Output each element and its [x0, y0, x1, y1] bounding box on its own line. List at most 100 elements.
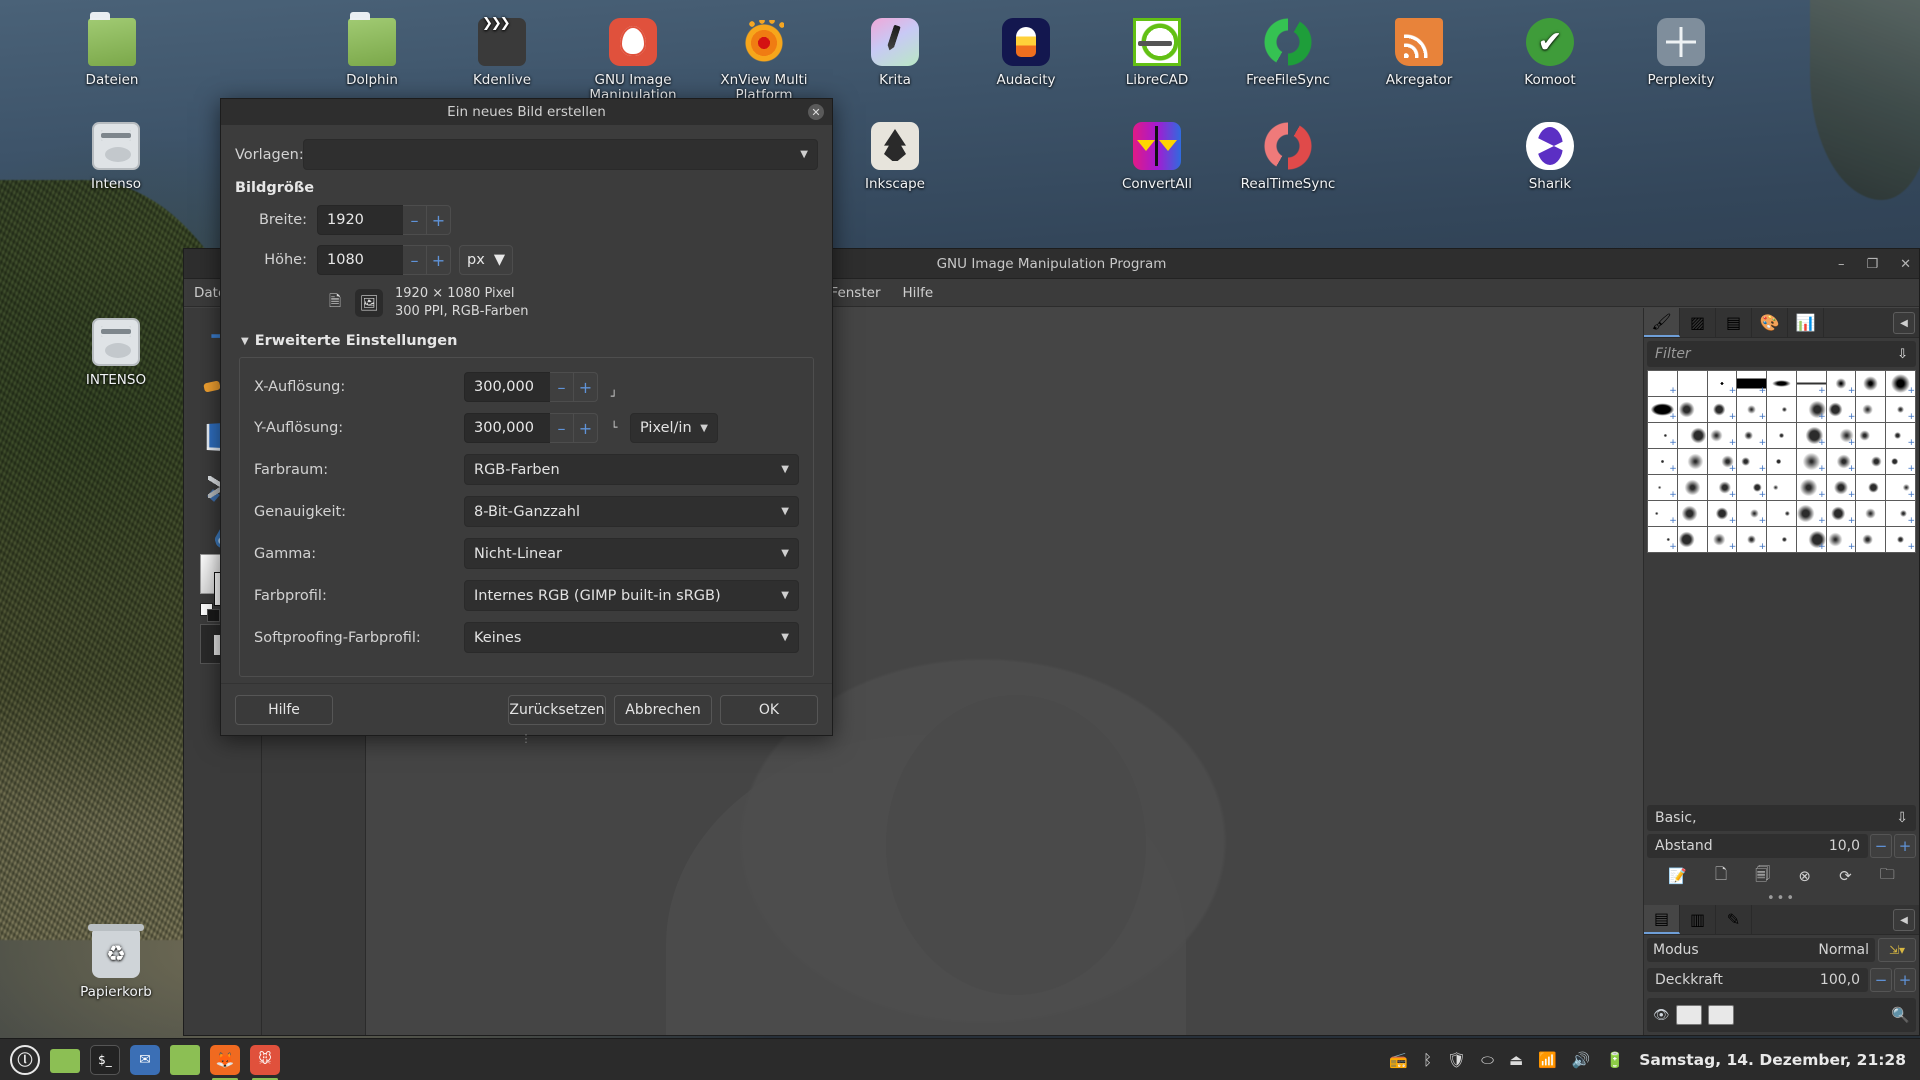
brush-swatch[interactable]: + — [1707, 449, 1737, 474]
brush-swatch[interactable] — [1767, 501, 1796, 526]
resolution-unit-combo[interactable]: Pixel/in ▼ — [630, 413, 718, 443]
radio-icon[interactable]: 📻 — [1389, 1051, 1408, 1069]
tag-dropdown-icon[interactable]: ⇩ — [1896, 810, 1908, 826]
spacing-decrement-button[interactable]: − — [1870, 834, 1892, 858]
brush-swatch[interactable]: + — [1826, 423, 1856, 448]
brush-swatch[interactable] — [1677, 397, 1707, 422]
new-brush-icon[interactable]: 🗋 — [1715, 864, 1727, 889]
desktop-icon-freefilesync[interactable]: FreeFileSync — [1236, 18, 1340, 88]
brush-swatch[interactable]: + — [1707, 501, 1737, 526]
menu-item-hilfe[interactable]: Hilfe — [903, 285, 934, 301]
advanced-decrement-x-aufl-sung[interactable]: – — [550, 372, 574, 402]
brush-swatch[interactable]: + — [1886, 527, 1915, 552]
brush-swatch[interactable]: + — [1648, 397, 1677, 422]
gimp-icon[interactable]: 🐭 — [250, 1044, 280, 1080]
height-decrement-button[interactable]: – — [403, 245, 427, 275]
brush-swatch[interactable]: + — [1648, 423, 1677, 448]
close-icon[interactable]: ✕ — [1900, 257, 1911, 272]
reset-button[interactable]: Zurücksetzen — [508, 694, 606, 725]
brush-swatch[interactable]: + — [1707, 371, 1737, 396]
dock-collapse-icon[interactable]: ◀ — [1893, 312, 1915, 334]
desktop-icon-realtimesync[interactable]: RealTimeSync — [1236, 122, 1340, 192]
desktop-icon-akregator[interactable]: Akregator — [1367, 18, 1471, 88]
portrait-orientation-icon[interactable]: 🗎 — [321, 289, 349, 317]
fonts-tab[interactable]: ▤ — [1716, 308, 1752, 337]
brush-swatch[interactable]: + — [1648, 501, 1677, 526]
brush-swatch[interactable]: + — [1796, 371, 1826, 396]
brush-swatch[interactable]: + — [1707, 527, 1737, 552]
desktop-icon-sharik[interactable]: Sharik — [1498, 122, 1602, 192]
brush-swatch[interactable]: + — [1826, 449, 1856, 474]
dock-drag-handle[interactable]: ••• — [1644, 891, 1919, 906]
desktop-icon-inkscape[interactable]: Inkscape — [843, 122, 947, 192]
brush-swatch[interactable]: + — [1796, 527, 1826, 552]
brush-swatch[interactable]: + — [1886, 371, 1915, 396]
brush-swatch[interactable] — [1677, 527, 1707, 552]
brush-swatch[interactable]: + — [1886, 449, 1915, 474]
desktop-icon-kdenlive[interactable]: Kdenlive — [450, 16, 554, 88]
volume-icon[interactable]: 🔊 — [1572, 1051, 1591, 1069]
brush-swatch[interactable] — [1677, 371, 1707, 396]
brush-swatch[interactable]: + — [1737, 423, 1767, 448]
layer-opacity-field[interactable]: Deckkraft 100,0 — [1647, 968, 1868, 992]
desktop-icon-komoot[interactable]: Komoot — [1498, 18, 1602, 88]
brush-swatch[interactable] — [1767, 423, 1796, 448]
channels-tab[interactable]: ▥ — [1680, 905, 1716, 934]
clock[interactable]: Samstag, 14. Dezember, 21:28 — [1639, 1051, 1906, 1069]
dialog-resize-handle[interactable]: ⋮ — [521, 732, 533, 745]
wifi-icon[interactable]: 📶 — [1538, 1051, 1557, 1069]
brush-swatch[interactable]: + — [1826, 475, 1856, 500]
brush-swatch[interactable] — [1677, 501, 1707, 526]
brush-swatch[interactable]: + — [1648, 371, 1677, 396]
desktop-icon-audacity[interactable]: Audacity — [974, 18, 1078, 88]
brush-swatch[interactable]: + — [1737, 527, 1767, 552]
advanced-input-y-aufl-sung[interactable]: 300,000 — [464, 413, 550, 443]
brush-swatch[interactable] — [1856, 371, 1886, 396]
brush-swatch[interactable] — [1677, 449, 1707, 474]
brush-swatch[interactable]: + — [1648, 475, 1677, 500]
maximize-icon[interactable]: ❐ — [1866, 257, 1878, 272]
linux-mint-menu-icon[interactable]: ⓛ — [10, 1044, 40, 1075]
brush-swatch[interactable]: + — [1886, 501, 1915, 526]
files-icon[interactable] — [170, 1044, 200, 1075]
resolution-chain-link-icon[interactable]: ┘ — [606, 391, 622, 402]
layers-dock-collapse-icon[interactable]: ◀ — [1893, 909, 1915, 931]
brush-swatch[interactable]: + — [1826, 371, 1856, 396]
opacity-decrement-button[interactable]: − — [1870, 968, 1892, 992]
brush-swatch[interactable]: + — [1826, 501, 1856, 526]
width-input[interactable]: 1920 — [317, 205, 403, 235]
brush-swatch[interactable]: + — [1737, 475, 1767, 500]
advanced-increment-x-aufl-sung[interactable]: + — [574, 372, 598, 402]
desktop-icon-krita[interactable]: Krita — [843, 18, 947, 88]
brush-swatch[interactable] — [1767, 449, 1796, 474]
brush-swatch[interactable]: + — [1886, 475, 1915, 500]
layer-blend-space-icon[interactable]: ⇲▾ — [1878, 938, 1916, 962]
advanced-increment-y-aufl-sung[interactable]: + — [574, 413, 598, 443]
desktop-icon-intenso[interactable]: Intenso — [64, 122, 168, 192]
width-decrement-button[interactable]: – — [403, 205, 427, 235]
cancel-button[interactable]: Abbrechen — [614, 694, 712, 725]
patterns-tab[interactable]: ▨ — [1680, 308, 1716, 337]
shield-icon[interactable]: 🛡 — [1447, 1051, 1466, 1069]
advanced-decrement-y-aufl-sung[interactable]: – — [550, 413, 574, 443]
brush-swatch[interactable]: + — [1796, 397, 1826, 422]
spacing-increment-button[interactable]: + — [1894, 834, 1916, 858]
desktop-icon-xnview-multi[interactable]: XnView Multi Platform — [712, 18, 816, 103]
menu-item-fenster[interactable]: Fenster — [830, 285, 880, 301]
brush-swatch[interactable]: + — [1737, 397, 1767, 422]
brush-swatch[interactable] — [1856, 449, 1886, 474]
brush-spacing-field[interactable]: Abstand 10,0 — [1647, 834, 1868, 858]
width-increment-button[interactable]: + — [427, 205, 451, 235]
dialog-title-bar[interactable]: Ein neues Bild erstellen ✕ — [221, 99, 832, 125]
height-input[interactable]: 1080 — [317, 245, 403, 275]
duplicate-brush-icon[interactable]: 🗐 — [1755, 864, 1770, 889]
terminal-icon[interactable]: $_ — [90, 1044, 120, 1075]
brush-swatch[interactable]: + — [1648, 449, 1677, 474]
desktop-icon-librecad[interactable]: LibreCAD — [1105, 18, 1209, 88]
brush-swatch[interactable]: + — [1707, 397, 1737, 422]
brush-swatch[interactable] — [1767, 475, 1796, 500]
desktop-icon-dolphin[interactable]: Dolphin — [320, 12, 424, 88]
brush-swatch[interactable]: + — [1796, 475, 1826, 500]
brush-swatch[interactable]: + — [1796, 449, 1826, 474]
desktop-icon-dateien[interactable]: Dateien — [60, 12, 164, 88]
